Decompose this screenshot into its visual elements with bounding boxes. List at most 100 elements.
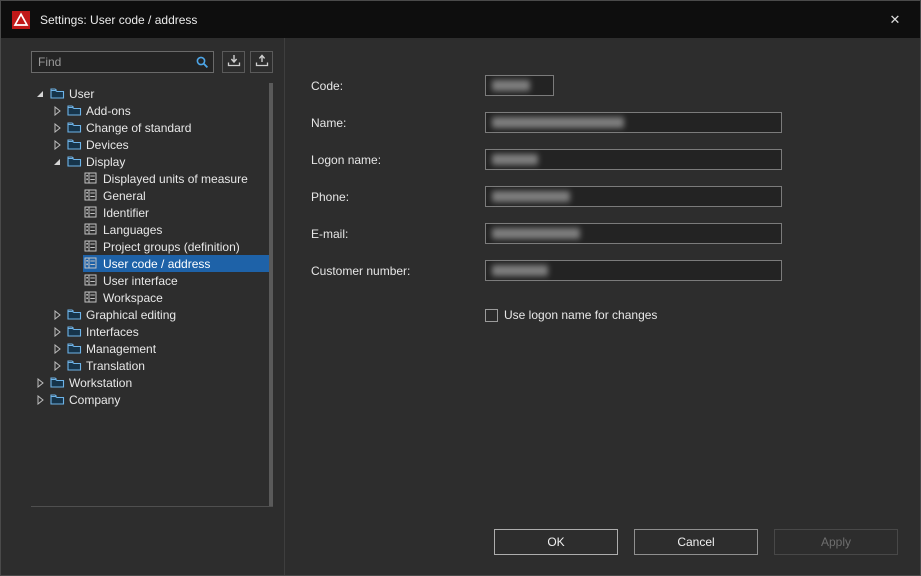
collapsed-arrow-icon[interactable] [35, 394, 49, 406]
tree-item-management[interactable]: Management [31, 340, 273, 357]
collapsed-arrow-icon[interactable] [52, 309, 66, 321]
tree-item-content[interactable]: Workspace [83, 289, 273, 306]
export-settings-button[interactable] [222, 51, 245, 73]
settings-page-icon [84, 172, 99, 185]
user-address-form: Code:Name:Logon name:Phone:E-mail:Custom… [311, 75, 920, 281]
field-input-logon-name[interactable] [485, 149, 782, 170]
tree-item-content[interactable]: Interfaces [66, 323, 273, 340]
folder-icon [67, 138, 82, 151]
search-box [31, 51, 214, 73]
dialog-footer: OK Cancel Apply [494, 529, 898, 555]
folder-icon [67, 359, 82, 372]
cancel-button[interactable]: Cancel [634, 529, 758, 555]
tree-item-interfaces[interactable]: Interfaces [31, 323, 273, 340]
settings-window: Settings: User code / address ✕ [0, 0, 921, 576]
collapsed-arrow-icon[interactable] [52, 360, 66, 372]
tree-item-displayed-units-of-measure[interactable]: Displayed units of measure [31, 170, 273, 187]
field-label: E-mail: [311, 227, 485, 241]
tree-item-content[interactable]: Workstation [49, 374, 273, 391]
settings-page-icon [84, 189, 99, 202]
tree-item-content[interactable]: Identifier [83, 204, 273, 221]
tree-item-label: Add-ons [86, 104, 135, 118]
tree-item-label: Identifier [103, 206, 153, 220]
magnifier-icon[interactable] [195, 55, 210, 75]
collapsed-arrow-icon[interactable] [52, 105, 66, 117]
tree-item-identifier[interactable]: Identifier [31, 204, 273, 221]
field-input-customer-number[interactable] [485, 260, 782, 281]
field-input-code[interactable] [485, 75, 554, 96]
collapsed-arrow-icon[interactable] [35, 377, 49, 389]
search-row [31, 51, 273, 73]
field-input-name[interactable] [485, 112, 782, 133]
import-settings-button[interactable] [250, 51, 273, 73]
expanded-arrow-icon[interactable] [52, 156, 66, 168]
tree-item-content[interactable]: Translation [66, 357, 273, 374]
collapsed-arrow-icon[interactable] [52, 326, 66, 338]
tree-item-content[interactable]: Displayed units of measure [83, 170, 273, 187]
tree-item-content[interactable]: User interface [83, 272, 273, 289]
tree-item-content[interactable]: Languages [83, 221, 273, 238]
tree-item-change-of-standard[interactable]: Change of standard [31, 119, 273, 136]
tree-item-label: Graphical editing [86, 308, 180, 322]
tree-item-content[interactable]: Change of standard [66, 119, 273, 136]
tree-item-content[interactable]: Management [66, 340, 273, 357]
folder-icon [67, 155, 82, 168]
tree-item-content[interactable]: Add-ons [66, 102, 273, 119]
tree-item-label: Displayed units of measure [103, 172, 252, 186]
tree-item-label: Management [86, 342, 160, 356]
tree-item-general[interactable]: General [31, 187, 273, 204]
tree-item-workspace[interactable]: Workspace [31, 289, 273, 306]
tree-item-content[interactable]: User [49, 85, 273, 102]
redacted-value [492, 154, 538, 165]
tree-indent-spacer [69, 292, 83, 304]
collapsed-arrow-icon[interactable] [52, 343, 66, 355]
settings-page-icon [84, 274, 99, 287]
collapsed-arrow-icon[interactable] [52, 122, 66, 134]
field-input-phone[interactable] [485, 186, 782, 207]
close-icon[interactable]: ✕ [880, 6, 910, 34]
tree-item-content[interactable]: Project groups (definition) [83, 238, 273, 255]
folder-icon [50, 393, 65, 406]
tree-item-user[interactable]: User [31, 85, 273, 102]
tree-item-languages[interactable]: Languages [31, 221, 273, 238]
tree-item-label: Languages [103, 223, 166, 237]
tree-item-devices[interactable]: Devices [31, 136, 273, 153]
form-row-phone: Phone: [311, 186, 920, 207]
tree-item-label: Project groups (definition) [103, 240, 244, 254]
tree-item-workstation[interactable]: Workstation [31, 374, 273, 391]
collapsed-arrow-icon[interactable] [52, 139, 66, 151]
tree-item-add-ons[interactable]: Add-ons [31, 102, 273, 119]
tree-scrollbar[interactable] [269, 83, 273, 506]
folder-icon [67, 342, 82, 355]
tree-indent-spacer [69, 190, 83, 202]
tree-item-content[interactable]: General [83, 187, 273, 204]
tree-item-user-interface[interactable]: User interface [31, 272, 273, 289]
tree-item-content[interactable]: Display [66, 153, 273, 170]
field-label: Code: [311, 79, 485, 93]
tree-item-selected[interactable]: User code / address [83, 255, 273, 272]
ok-button[interactable]: OK [494, 529, 618, 555]
tree-item-content[interactable]: Devices [66, 136, 273, 153]
tree-item-graphical-editing[interactable]: Graphical editing [31, 306, 273, 323]
tree-item-translation[interactable]: Translation [31, 357, 273, 374]
tree-item-project-groups-definition[interactable]: Project groups (definition) [31, 238, 273, 255]
field-label: Logon name: [311, 153, 485, 167]
redacted-value [492, 80, 530, 91]
tree-item-label: Change of standard [86, 121, 195, 135]
tree-item-content[interactable]: Company [49, 391, 273, 408]
form-row-e-mail: E-mail: [311, 223, 920, 244]
tree-item-content[interactable]: Graphical editing [66, 306, 273, 323]
settings-page-icon [84, 291, 99, 304]
use-logon-name-checkbox[interactable] [485, 309, 498, 322]
tree-item-company[interactable]: Company [31, 391, 273, 408]
expanded-arrow-icon[interactable] [35, 88, 49, 100]
tree-item-label: Workspace [103, 291, 167, 305]
redacted-value [492, 117, 624, 128]
search-input[interactable] [32, 55, 215, 69]
logon-name-check-row[interactable]: Use logon name for changes [485, 307, 920, 323]
tree-item-user-code-address[interactable]: User code / address [31, 255, 273, 272]
tree-item-label: Devices [86, 138, 133, 152]
tree-item-label: General [103, 189, 150, 203]
tree-item-display[interactable]: Display [31, 153, 273, 170]
field-input-e-mail[interactable] [485, 223, 782, 244]
